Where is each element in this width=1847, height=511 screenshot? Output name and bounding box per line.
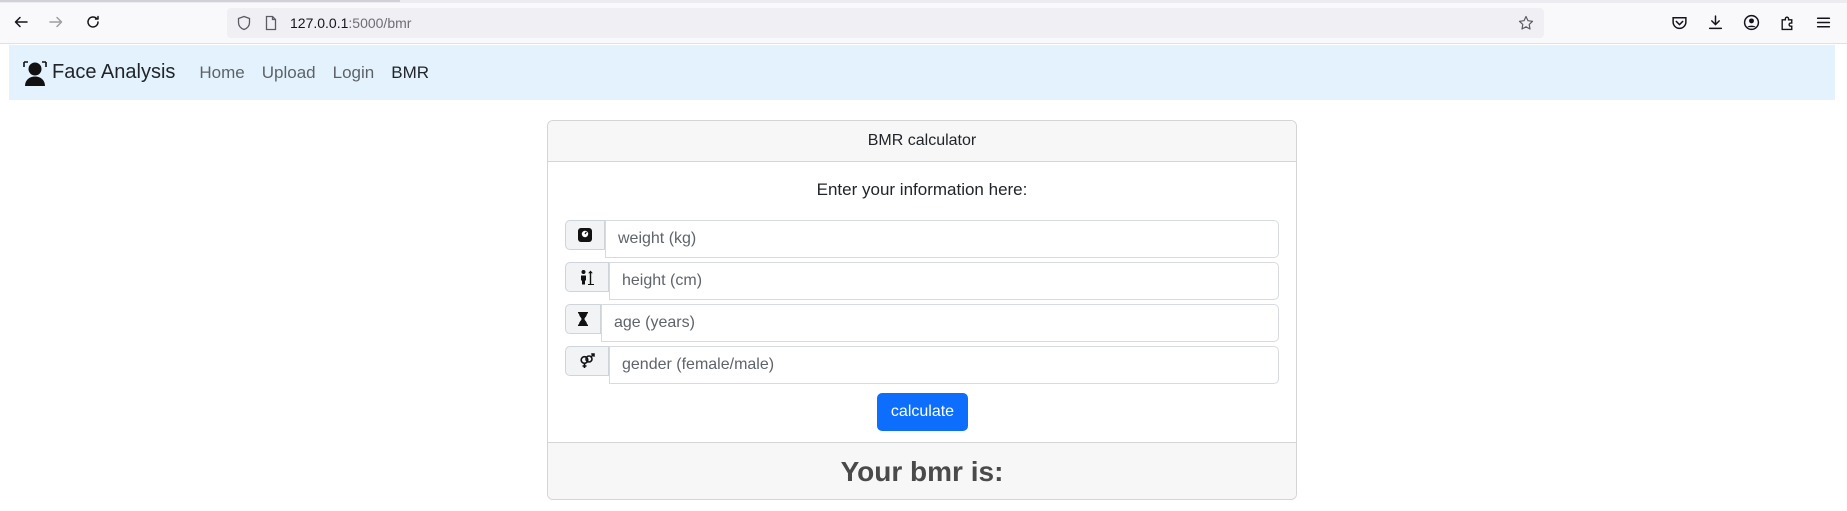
url-bar[interactable]: 127.0.0.1:5000/bmr xyxy=(227,8,1544,38)
nav-link-bmr[interactable]: BMR xyxy=(391,63,429,83)
age-input[interactable] xyxy=(601,304,1279,342)
page-icon[interactable] xyxy=(263,15,279,31)
nav-link-login[interactable]: Login xyxy=(333,63,375,83)
pocket-icon[interactable] xyxy=(1668,11,1690,33)
gender-input[interactable] xyxy=(609,346,1279,384)
account-icon[interactable] xyxy=(1740,11,1762,33)
calculate-button[interactable]: calculate xyxy=(877,393,968,431)
bookmark-star-icon[interactable] xyxy=(1518,15,1534,31)
reload-icon[interactable] xyxy=(80,9,106,35)
app-navbar: Face Analysis Home Upload Login BMR xyxy=(9,45,1835,100)
brand[interactable]: Face Analysis xyxy=(22,59,175,87)
url-text: 127.0.0.1:5000/bmr xyxy=(290,15,411,31)
weight-input[interactable] xyxy=(605,220,1279,258)
nav-link-home[interactable]: Home xyxy=(199,63,244,83)
scale-icon xyxy=(565,220,605,250)
tab-strip xyxy=(0,0,1847,3)
shield-icon[interactable] xyxy=(236,15,252,31)
face-person-icon xyxy=(22,59,48,87)
browser-toolbar: 127.0.0.1:5000/bmr xyxy=(0,0,1847,44)
url-host: 127.0.0.1 xyxy=(290,15,349,31)
gender-icon xyxy=(565,346,609,376)
bmr-card: BMR calculator Enter your information he… xyxy=(547,120,1297,500)
bmr-result: Your bmr is: xyxy=(548,442,1296,499)
nav-links: Home Upload Login BMR xyxy=(199,63,446,83)
extensions-icon[interactable] xyxy=(1776,11,1798,33)
card-body: Enter your information here: ca xyxy=(548,162,1296,442)
height-person-icon xyxy=(565,262,609,292)
url-path: :5000/bmr xyxy=(348,15,412,31)
intro-text: Enter your information here: xyxy=(816,180,1028,199)
hourglass-icon xyxy=(565,304,601,334)
forward-arrow-icon[interactable] xyxy=(43,9,69,35)
back-arrow-icon[interactable] xyxy=(8,9,34,35)
card-header: BMR calculator xyxy=(548,121,1296,162)
height-input[interactable] xyxy=(609,262,1279,300)
download-icon[interactable] xyxy=(1704,11,1726,33)
menu-icon[interactable] xyxy=(1812,11,1834,33)
nav-link-upload[interactable]: Upload xyxy=(262,63,316,83)
brand-title: Face Analysis xyxy=(52,61,176,83)
